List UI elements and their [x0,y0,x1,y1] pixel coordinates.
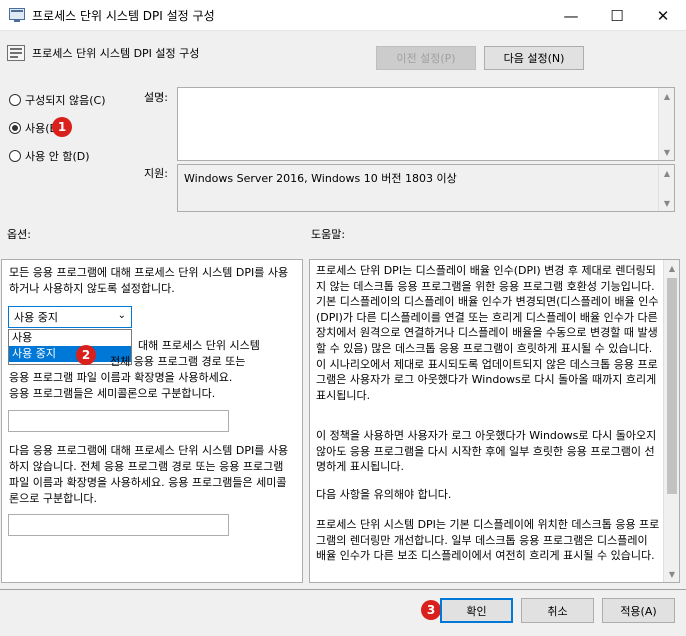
dropdown-value: 사용 중지 [14,311,58,324]
dpi-mode-dropdown[interactable]: 사용 중지 ⌄ [8,306,132,328]
radio-circle[interactable] [9,94,21,106]
dropdown-option-enable[interactable]: 사용 [9,330,131,346]
options-desc-2c: 응용 프로그램 파일 이름과 확장명을 사용하세요. [9,371,233,384]
supported-scrollbar[interactable]: ▲ ▼ [658,165,674,211]
radio-circle[interactable] [9,150,21,162]
options-desc-2a: 대해 프로세스 단위 시스템 [138,339,260,352]
comment-label: 설명: [144,91,168,104]
radio-not-configured[interactable]: 구성되지 않음(C) [9,92,105,108]
disable-apps-input[interactable] [8,514,229,536]
scroll-down-icon[interactable]: ▼ [659,144,675,160]
options-section-label: 옵션: [7,228,31,241]
ok-button[interactable]: 확인 [440,598,513,623]
setting-name: 프로세스 단위 시스템 DPI 설정 구성 [32,47,200,60]
options-desc-3: 다음 응용 프로그램에 대해 프로세스 단위 시스템 DPI를 사용하지 않습니… [9,444,289,505]
window-title: 프로세스 단위 시스템 DPI 설정 구성 [32,9,215,23]
policy-icon [9,8,25,22]
step-badge-2: 2 [76,345,96,365]
options-desc-2d: 응용 프로그램들은 세미콜론으로 구분합니다. [9,387,216,400]
scroll-thumb[interactable] [667,278,677,494]
radio-label: 사용 안 함(D) [25,150,90,163]
next-setting-button[interactable]: 다음 설정(N) [484,46,584,70]
step-badge-1: 1 [52,117,72,137]
help-paragraph-4: 프로세스 단위 시스템 DPI는 기본 디스플레이에 위치한 데스크톱 응용 프… [316,518,660,563]
options-panel: 모든 응용 프로그램에 대해 프로세스 단위 시스템 DPI를 사용하거나 사용… [1,259,303,583]
radio-circle[interactable] [9,122,21,134]
scroll-up-icon[interactable]: ▲ [659,88,675,104]
setting-icon [7,45,25,61]
close-icon[interactable]: ✕ [640,0,686,31]
options-desc-1: 모든 응용 프로그램에 대해 프로세스 단위 시스템 DPI를 사용하거나 사용… [9,266,289,295]
help-paragraph-1: 프로세스 단위 DPI는 디스플레이 배율 인수(DPI) 변경 후 제대로 렌… [316,264,662,402]
scroll-down-icon[interactable]: ▼ [664,566,680,582]
comment-textarea[interactable]: ▲ ▼ [177,87,675,161]
supported-label: 지원: [144,167,168,180]
step-badge-3: 3 [421,600,441,620]
footer-divider [0,589,686,590]
cancel-button[interactable]: 취소 [521,598,594,623]
scroll-up-icon[interactable]: ▲ [664,260,680,276]
apply-button[interactable]: 적용(A) [602,598,675,623]
chevron-down-icon: ⌄ [117,310,126,321]
options-desc-2b: 전체 응용 프로그램 경로 또는 [110,355,246,368]
comment-scrollbar[interactable]: ▲ ▼ [658,88,674,160]
supported-value: Windows Server 2016, Windows 10 버전 1803 … [184,172,457,185]
radio-disabled[interactable]: 사용 안 함(D) [9,148,90,164]
help-panel: 프로세스 단위 DPI는 디스플레이 배율 인수(DPI) 변경 후 제대로 렌… [309,259,680,583]
help-section-label: 도움말: [311,228,346,241]
scroll-down-icon[interactable]: ▼ [659,195,675,211]
maximize-icon[interactable]: ☐ [594,0,640,31]
radio-label: 구성되지 않음(C) [25,94,106,107]
supported-box: Windows Server 2016, Windows 10 버전 1803 … [177,164,675,212]
previous-setting-button[interactable]: 이전 설정(P) [376,46,476,70]
enable-apps-input[interactable] [8,410,229,432]
help-paragraph-3: 다음 사항을 유의해야 합니다. [316,488,452,501]
help-paragraph-2: 이 정책을 사용하면 사용자가 로그 아웃했다가 Windows로 다시 돌아오… [316,429,660,474]
minimize-icon[interactable]: — [548,0,594,31]
help-scrollbar[interactable]: ▲ ▼ [663,260,679,582]
scroll-up-icon[interactable]: ▲ [659,165,675,181]
